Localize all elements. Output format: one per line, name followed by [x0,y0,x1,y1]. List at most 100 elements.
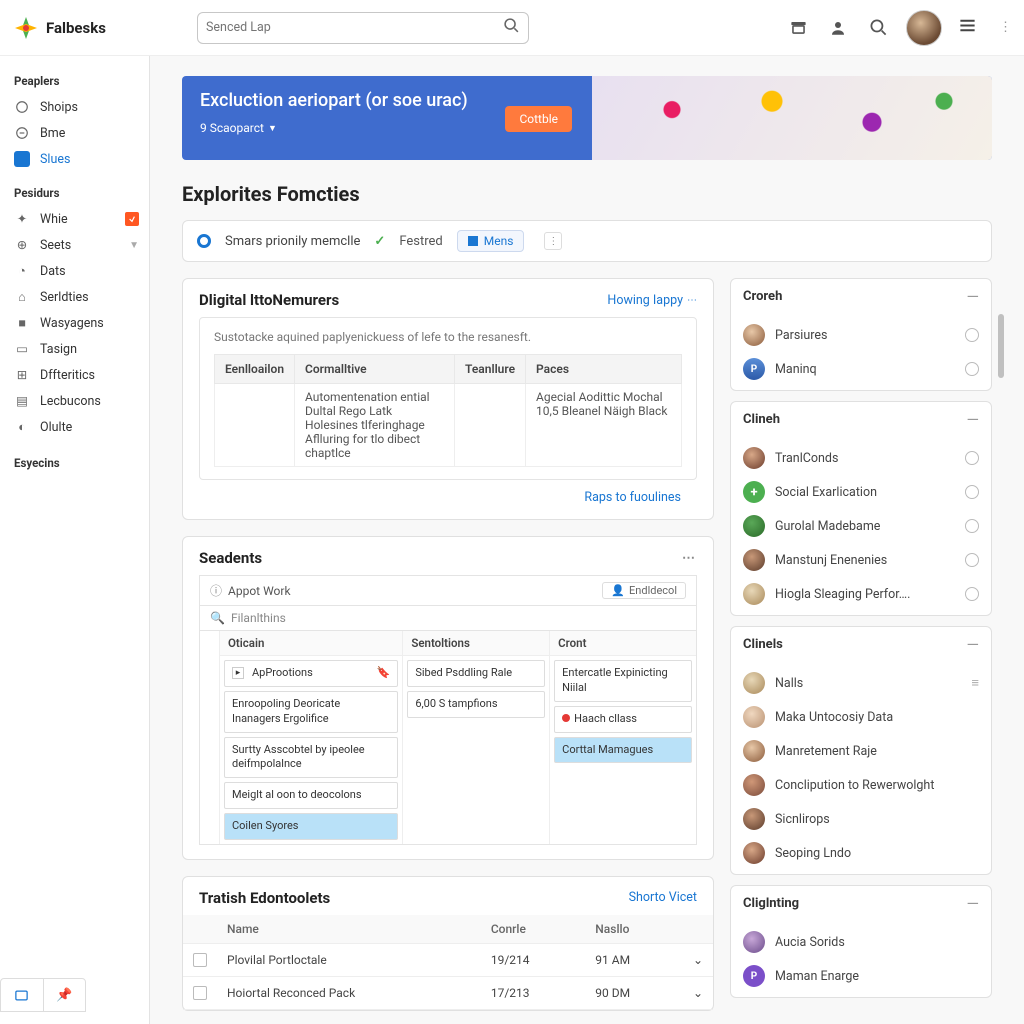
chevron-down-icon[interactable]: ⌄ [683,943,713,976]
overflow-icon[interactable]: ⋮ [999,20,1012,35]
sidebar-item[interactable]: ⊞Dffteritics [0,362,149,388]
search-input-wrap[interactable] [197,12,529,44]
ring-icon[interactable] [965,587,979,601]
filter-more-button[interactable]: ⋮ [544,232,562,250]
kcell-selected[interactable]: Coilen Syores [224,813,398,840]
side-row[interactable]: Parsiures [731,318,991,352]
sidebar-section-peaplers: Peaplers [0,70,149,94]
seadents-filter-row[interactable]: 🔍Filanlthins [199,606,697,631]
chip-endldecol[interactable]: 👤Endldecol [602,582,686,599]
sidebar-item[interactable]: ⌂Serldties [0,284,149,310]
side-row[interactable]: PManinq [731,352,991,386]
brand-label: Falbesks [46,19,106,37]
user-avatar[interactable] [906,10,942,46]
side-row-label: Nalls [775,676,803,691]
filter-option-primary[interactable]: Smars prionily memclle [225,234,360,249]
ring-icon[interactable] [965,519,979,533]
sidebar-item[interactable]: ◔Dats [0,258,149,284]
side-row[interactable]: Seoping Lndo [731,836,991,870]
kcell[interactable]: Sibed Psddling Rale [407,660,545,687]
side-row[interactable]: Gurolal Madebame [731,509,991,543]
side-row[interactable]: Aucia Sorids [731,925,991,959]
sidebar-item[interactable]: ⊕Seets▼ [0,232,149,258]
cell-nasllo: 90 DM [585,976,683,1009]
side-row[interactable]: Conclipution to Rewerwolght [731,768,991,802]
table-row[interactable]: Hoiortal Reconced Pack17/21390 DM⌄ [183,976,713,1009]
side-card-title: Clinels [743,637,783,652]
archive-icon[interactable] [786,16,810,40]
sidebar-item[interactable]: ■Wasyagens [0,310,149,336]
checkbox[interactable] [193,986,207,1000]
sidebar-item[interactable]: Slues [0,146,149,172]
banner-cta-button[interactable]: Cottble [505,106,572,132]
sidebar-item-label: Olulte [40,420,72,435]
sidebar-item[interactable]: ◐Olulte [0,414,149,440]
avatar-icon [743,549,765,571]
digital-card-link[interactable]: Howing Iappy⋯ [607,293,697,308]
digital-refs-link[interactable]: Raps to fuoulines [199,480,697,505]
sidebar-item[interactable]: ✦Whie [0,206,149,232]
tlist-link[interactable]: Shorto Vicet [629,890,697,905]
dock-window-icon[interactable] [1,979,44,1011]
sidebar-item-label: Whie [40,212,68,227]
side-row[interactable]: Maka Untocosiy Data [731,700,991,734]
user-icon[interactable] [826,16,850,40]
td [215,384,295,467]
brand-area[interactable]: Falbesks [12,14,197,42]
side-row[interactable]: +Social Exarlication [731,475,991,509]
scrollbar[interactable] [998,314,1004,378]
td: Agecial Aodittic Mochal 10,5 Bleanel Näi… [526,384,682,467]
ring-icon[interactable] [965,485,979,499]
ring-icon[interactable] [965,451,979,465]
side-row-label: Aucia Sorids [775,935,845,950]
side-row[interactable]: Nalls ≡ [731,666,991,700]
equals-icon[interactable]: ≡ [971,675,979,691]
sidebar-item[interactable]: ▭Tasign [0,336,149,362]
kcell[interactable]: ▸ApProotions🔖 [224,660,398,687]
kcell-selected[interactable]: Corttal Mamagues [554,737,692,764]
collapse-icon[interactable]: — [967,894,980,913]
seadents-subhead: ⓘAppot Work 👤Endldecol [199,575,697,606]
sidebar-icon [14,151,30,167]
kcell[interactable]: Meiglt al oon to deocolons [224,782,398,809]
side-row[interactable]: Manretement Raje [731,734,991,768]
filter-radio[interactable] [197,234,211,248]
kcell[interactable]: Enroopoling Deoricate Inanagers Ergolifi… [224,691,398,733]
kcell[interactable]: Surtty Asscobtel by ipeolee deifmpolalnc… [224,737,398,779]
kcell[interactable]: Haach cllass [554,706,692,733]
topbar-search-icon[interactable] [866,16,890,40]
filter-pill-mens[interactable]: Mens [457,230,525,252]
table-row[interactable]: Plovilal Portloctale19/21491 AM⌄ [183,943,713,976]
side-row[interactable]: Sicnlirops [731,802,991,836]
side-row[interactable]: Manstunj Enenenies [731,543,991,577]
bookmark-icon[interactable]: 🔖 [377,666,391,681]
avatar-icon: + [743,481,765,503]
ring-icon[interactable] [965,362,979,376]
menu-icon[interactable] [958,16,977,39]
search-input[interactable] [206,20,503,35]
collapse-icon[interactable]: — [967,635,980,654]
sidebar-item[interactable]: Bme [0,120,149,146]
seadents-more-icon[interactable]: ⋯ [682,551,697,566]
sidebar-item[interactable]: ▤Lecbucons [0,388,149,414]
bottom-dock: 📌 [0,978,86,1012]
collapse-icon[interactable]: — [967,287,980,306]
side-row[interactable]: Hiogla Sleaging Perfor…. [731,577,991,611]
sidebar-item[interactable]: Shoips [0,94,149,120]
side-row[interactable]: TranlConds [731,441,991,475]
collapse-icon[interactable]: — [967,410,980,429]
chevron-down-icon[interactable]: ⌄ [683,976,713,1009]
expand-icon[interactable]: ▸ [232,667,244,679]
filter-option-festred[interactable]: Festred [399,234,442,249]
side-row-label: Maman Enarge [775,969,859,984]
dock-pin-icon[interactable]: 📌 [44,979,86,1011]
ring-icon[interactable] [965,328,979,342]
search-icon[interactable] [503,17,520,38]
th-1: Eenlloailon [215,355,295,384]
kcell[interactable]: Entercatle Expinicting Niilal [554,660,692,702]
kcell[interactable]: 6,00 S tampfions [407,691,545,718]
kcol-h-3: Cront [550,631,696,656]
side-row[interactable]: PMaman Enarge [731,959,991,993]
checkbox[interactable] [193,953,207,967]
ring-icon[interactable] [965,553,979,567]
